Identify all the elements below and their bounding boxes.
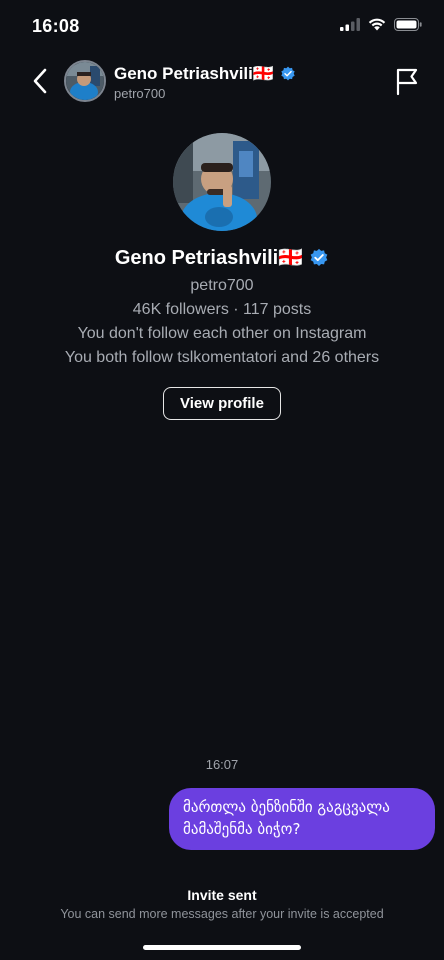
profile-username: petro700 (190, 277, 254, 294)
profile-name-row: Geno Petriashvili🇬🇪 (0, 245, 444, 270)
home-indicator[interactable] (143, 945, 301, 950)
report-button[interactable] (394, 66, 420, 96)
profile-name: Geno Petriashvili🇬🇪 (114, 247, 304, 269)
mutual-followers: You both follow tslkomentatori and 26 ot… (64, 349, 380, 366)
chevron-left-icon (33, 68, 47, 94)
profile-card: Geno Petriashvili🇬🇪 petro700 46K followe… (0, 133, 444, 420)
status-time: 16:08 (32, 16, 80, 36)
sent-message-bubble[interactable]: მართლა ბენზინში გაგცვალა მამაშენმა ბიჭო? (169, 788, 435, 850)
verified-badge-icon (281, 66, 295, 81)
status-icons (340, 18, 422, 31)
message-timestamp: 16:07 (205, 757, 239, 772)
cellular-signal-icon (340, 18, 360, 31)
wifi-icon (368, 18, 386, 31)
battery-icon (394, 18, 422, 31)
invite-subtitle: You can send more messages after your in… (60, 907, 384, 921)
follow-status: You don't follow each other on Instagram (77, 325, 367, 342)
status-bar: 16:08 (0, 0, 444, 52)
flag-icon (396, 68, 418, 96)
view-profile-button[interactable]: View profile (163, 387, 281, 420)
header-name: Geno Petriashvili🇬🇪 (114, 64, 275, 83)
back-button[interactable] (26, 64, 54, 98)
header-name-row[interactable]: Geno Petriashvili🇬🇪 (114, 64, 296, 84)
invite-title: Invite sent (187, 887, 257, 903)
profile-avatar[interactable] (173, 133, 271, 231)
header-avatar[interactable] (64, 60, 106, 102)
conversation-header: Geno Petriashvili🇬🇪 petro700 (0, 52, 444, 110)
header-username: petro700 (114, 86, 166, 101)
invite-footer: Invite sent You can send more messages a… (0, 887, 444, 921)
profile-stats: 46K followers · 117 posts (132, 301, 312, 318)
verified-badge-icon (310, 248, 328, 266)
